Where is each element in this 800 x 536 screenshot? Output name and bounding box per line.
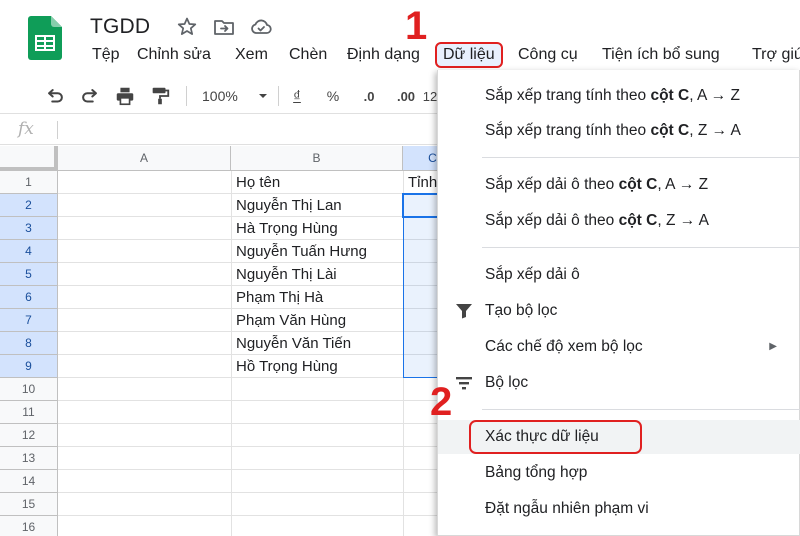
document-title[interactable]: TGDD — [90, 15, 150, 39]
sort-range-za-column: cột C — [618, 212, 658, 229]
undo-button[interactable] — [40, 82, 70, 110]
zoom-select[interactable]: 100% — [194, 82, 274, 110]
row-header[interactable]: 14 — [0, 470, 58, 493]
menu-divider — [482, 247, 800, 248]
sort-range-az-prefix: Sắp xếp dải ô theo — [485, 176, 619, 193]
zoom-dropdown-icon — [258, 94, 267, 98]
cell-b4[interactable]: Nguyễn Tuấn Hưng — [231, 240, 403, 263]
menu-item-create-filter[interactable]: Tạo bộ lọc — [438, 294, 800, 328]
row-header[interactable]: 16 — [0, 516, 58, 536]
sort-range-za-suffix: , Z → A — [657, 212, 710, 229]
currency-format-button[interactable]: ₫ — [286, 82, 308, 110]
row-header[interactable]: 2 — [0, 194, 58, 217]
menu-data[interactable]: Dữ liệu — [435, 42, 503, 68]
row-header[interactable]: 11 — [0, 401, 58, 424]
slicer-label: Bộ lọc — [485, 374, 529, 391]
data-validation-label: Xác thực dữ liệu — [485, 428, 599, 445]
cell-b8[interactable]: Nguyễn Văn Tiến — [231, 332, 403, 355]
app-header: TGDD Tệp Chỉnh sửa Xem Chèn Định dạng Dữ… — [0, 0, 800, 76]
submenu-arrow-icon: ▶ — [769, 341, 777, 352]
row-header[interactable]: 6 — [0, 286, 58, 309]
cell-b2[interactable]: Nguyễn Thị Lan — [231, 194, 403, 217]
menu-item-slicer[interactable]: Bộ lọc — [438, 366, 800, 400]
cell-b9[interactable]: Hồ Trọng Hùng — [231, 355, 403, 378]
menu-item-sort-sheet-za[interactable]: Sắp xếp trang tính theo cột C, Z → A — [438, 114, 800, 148]
print-button[interactable] — [110, 82, 140, 110]
menu-addons[interactable]: Tiện ích bổ sung — [598, 42, 724, 68]
cell-b5[interactable]: Nguyễn Thị Lài — [231, 263, 403, 286]
step-number-2: 2 — [430, 380, 453, 424]
cell-b3[interactable]: Hà Trọng Hùng — [231, 217, 403, 240]
menu-divider — [482, 157, 800, 158]
row-header[interactable]: 4 — [0, 240, 58, 263]
row-header[interactable]: 7 — [0, 309, 58, 332]
more-formats-button[interactable]: 12 — [422, 82, 438, 110]
column-header-a[interactable]: A — [58, 146, 231, 171]
menu-item-sort-sheet-az[interactable]: Sắp xếp trang tính theo cột C, A → Z — [438, 79, 800, 113]
sort-sheet-za-column: cột C — [650, 122, 690, 139]
row-header[interactable]: 12 — [0, 424, 58, 447]
create-filter-label: Tạo bộ lọc — [485, 302, 558, 319]
toolbar-divider — [278, 86, 279, 106]
menu-item-filter-views[interactable]: Các chế độ xem bộ lọc ▶ — [438, 330, 800, 364]
sort-sheet-az-prefix: Sắp xếp trang tính theo — [485, 87, 651, 104]
sort-range-za-prefix: Sắp xếp dải ô theo — [485, 212, 619, 229]
filter-views-label: Các chế độ xem bộ lọc — [485, 338, 643, 355]
redo-icon — [82, 89, 97, 103]
menu-item-randomize-range[interactable]: Đặt ngẫu nhiên phạm vi — [438, 492, 800, 526]
menu-tools[interactable]: Công cụ — [514, 42, 582, 68]
menu-item-sort-range-za[interactable]: Sắp xếp dải ô theo cột C, Z → A — [438, 204, 800, 238]
menu-item-sort-range[interactable]: Sắp xếp dải ô — [438, 258, 800, 292]
sort-range-az-suffix: , A → Z — [657, 176, 709, 193]
sort-sheet-az-suffix: , A → Z — [689, 87, 741, 104]
move-to-folder-icon[interactable] — [212, 15, 236, 39]
menu-help[interactable]: Trợ giú — [748, 42, 800, 68]
row-header[interactable]: 1 — [0, 171, 58, 194]
decrease-decimal-button[interactable]: .0 — [355, 82, 383, 110]
paint-format-button[interactable] — [145, 82, 175, 110]
sort-sheet-az-column: cột C — [650, 87, 690, 104]
print-icon — [116, 87, 134, 106]
cloud-saved-icon[interactable] — [249, 15, 273, 39]
menu-item-sort-range-az[interactable]: Sắp xếp dải ô theo cột C, A → Z — [438, 168, 800, 202]
sort-sheet-za-prefix: Sắp xếp trang tính theo — [485, 122, 651, 139]
menu-file[interactable]: Tệp — [88, 42, 124, 68]
row-header[interactable]: 8 — [0, 332, 58, 355]
sort-range-az-column: cột C — [618, 176, 658, 193]
fx-label: fx — [18, 119, 34, 139]
column-header-b[interactable]: B — [231, 146, 403, 171]
formula-divider — [57, 121, 58, 139]
select-all-corner[interactable] — [0, 146, 58, 171]
row-header[interactable]: 5 — [0, 263, 58, 286]
redo-button[interactable] — [75, 82, 105, 110]
menu-item-pivot-table[interactable]: Bảng tổng hợp — [438, 456, 800, 490]
paint-format-icon — [152, 87, 170, 105]
undo-icon — [48, 89, 63, 103]
toolbar-divider — [186, 86, 187, 106]
percent-format-button[interactable]: % — [322, 82, 344, 110]
menu-view[interactable]: Xem — [231, 42, 272, 68]
zoom-value: 100% — [202, 88, 238, 104]
sort-sheet-za-suffix: , Z → A — [689, 122, 741, 139]
row-header[interactable]: 10 — [0, 378, 58, 401]
slicer-icon — [456, 377, 472, 390]
step-number-1: 1 — [405, 4, 428, 48]
menu-edit[interactable]: Chỉnh sửa — [133, 42, 215, 68]
cell-b1[interactable]: Họ tên — [231, 171, 403, 194]
filter-icon — [456, 304, 472, 319]
cell-b7[interactable]: Phạm Văn Hùng — [231, 309, 403, 332]
row-header[interactable]: 15 — [0, 493, 58, 516]
menu-item-data-validation[interactable]: Xác thực dữ liệu — [438, 420, 800, 454]
sheets-logo-icon[interactable] — [28, 16, 62, 60]
menu-divider — [482, 409, 800, 410]
row-header[interactable]: 13 — [0, 447, 58, 470]
row-header[interactable]: 3 — [0, 217, 58, 240]
increase-decimal-button[interactable]: .00 — [390, 82, 422, 110]
menu-insert[interactable]: Chèn — [285, 42, 331, 68]
data-menu-dropdown: Sắp xếp trang tính theo cột C, A → Z Sắp… — [437, 70, 800, 536]
star-icon[interactable] — [175, 15, 199, 39]
row-header[interactable]: 9 — [0, 355, 58, 378]
cell-b6[interactable]: Phạm Thị Hà — [231, 286, 403, 309]
